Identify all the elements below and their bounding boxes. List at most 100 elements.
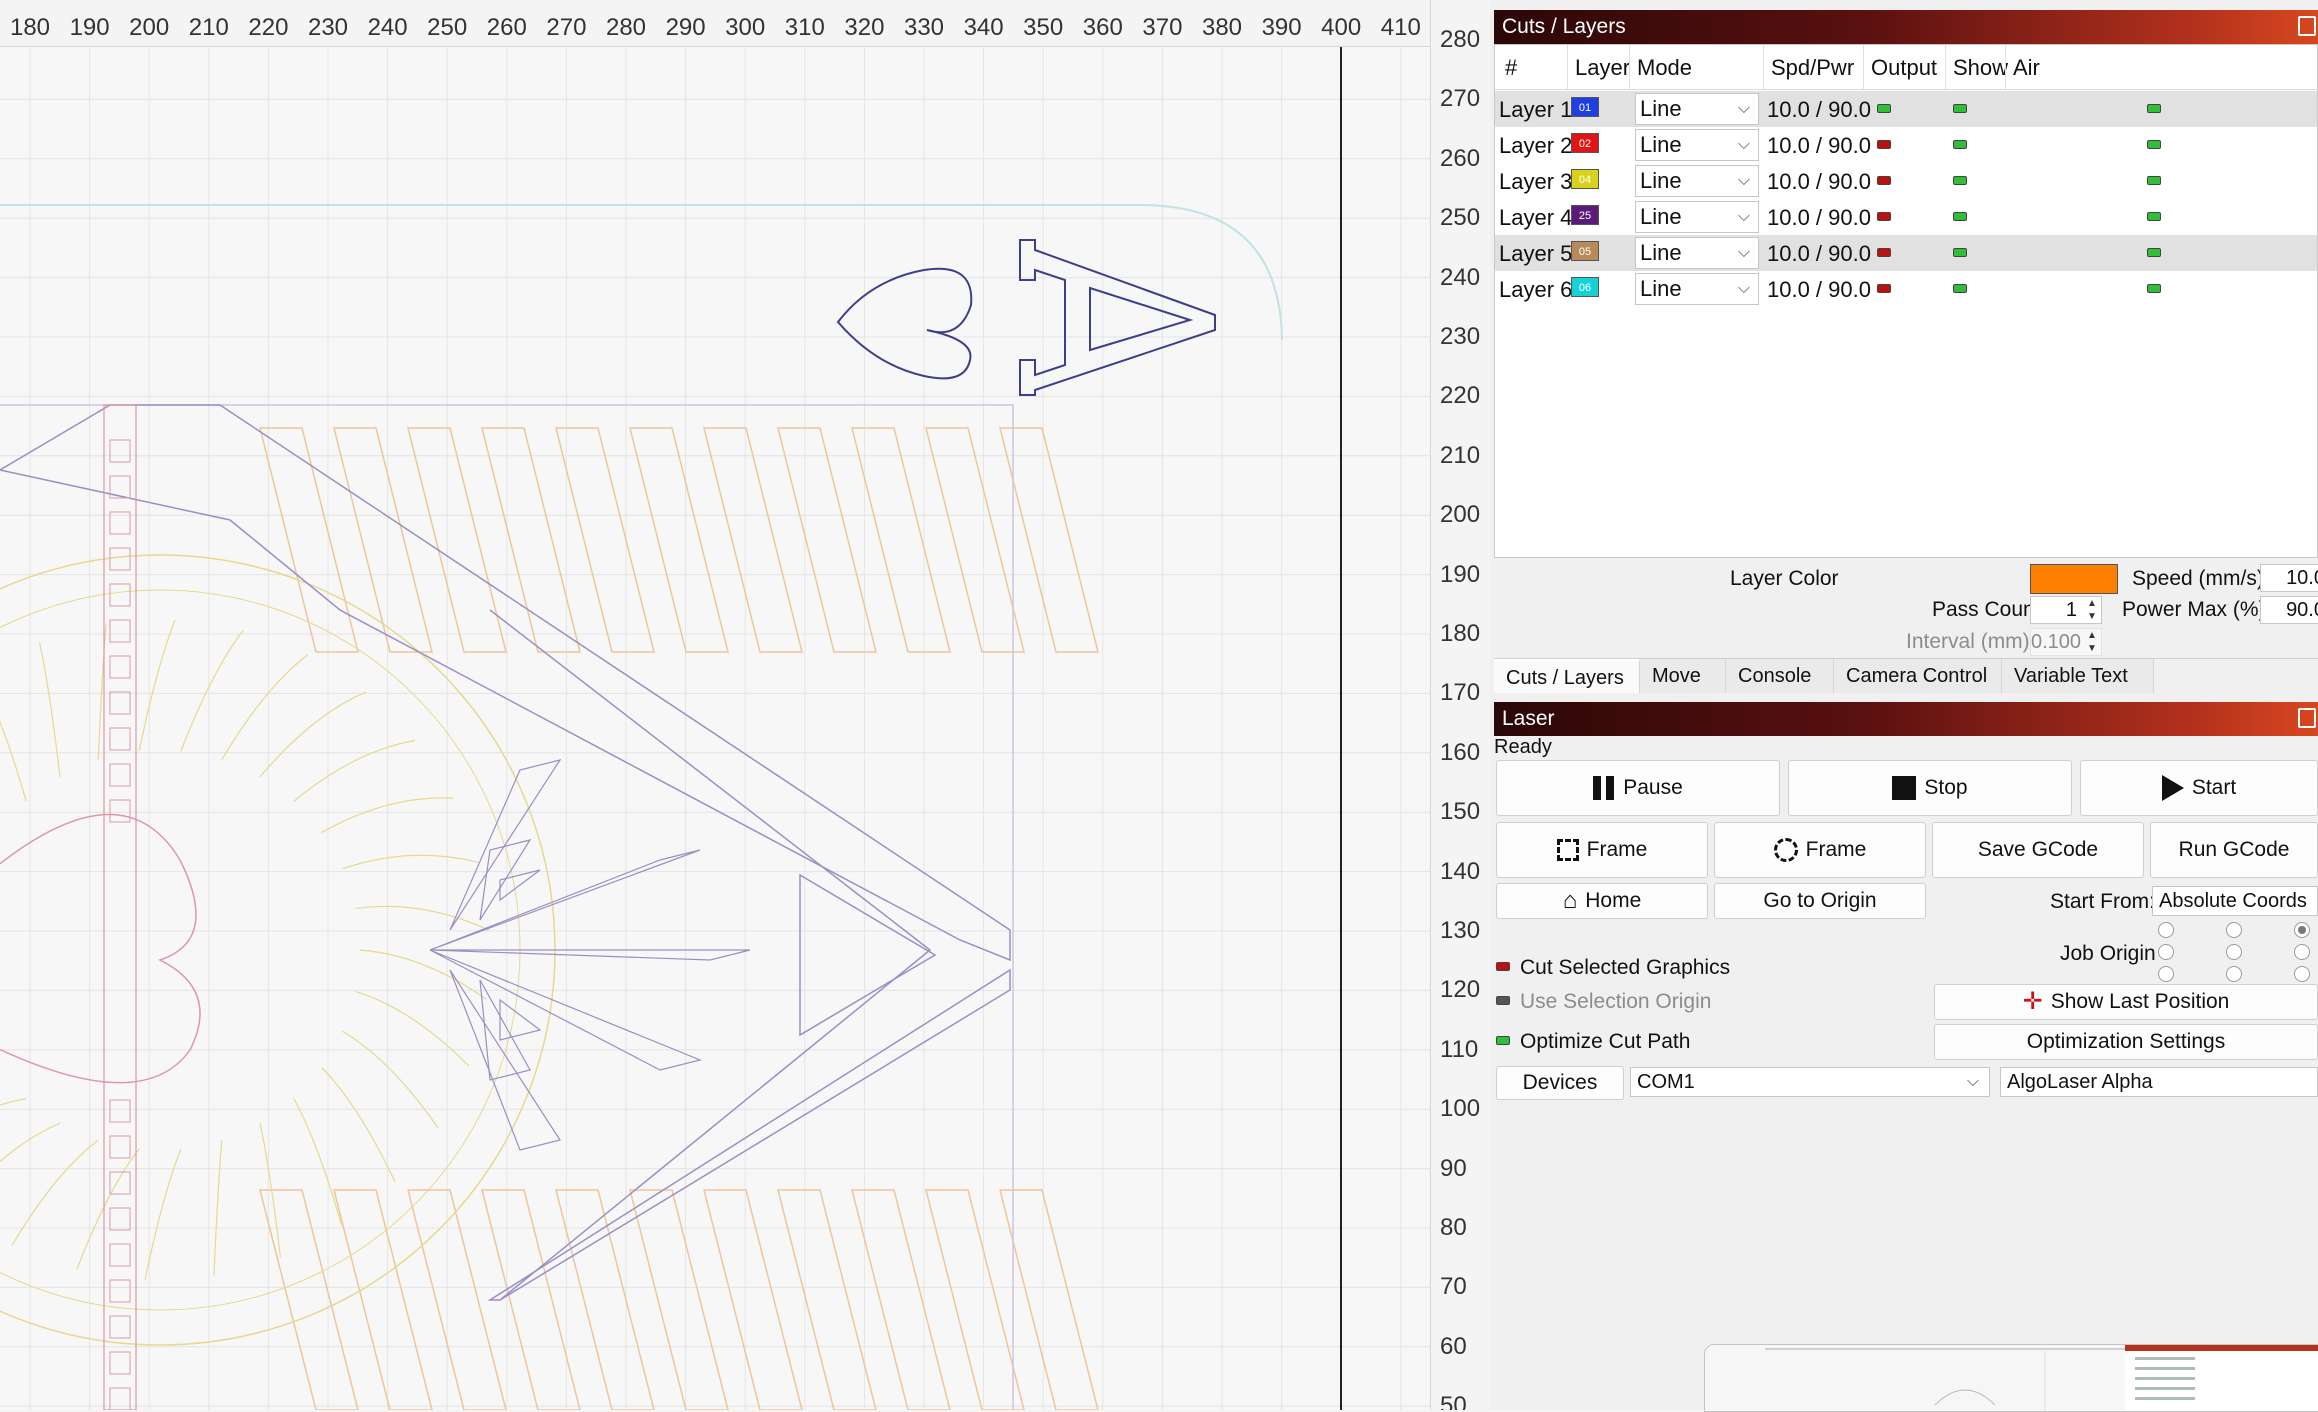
flame-spike xyxy=(449,969,561,1151)
pass-count-input[interactable]: 1 ▲ ▼ xyxy=(2030,596,2102,624)
dock-tabbar: Cuts / Layers Move Console Camera Contro… xyxy=(1494,658,2318,693)
ornament-leaf xyxy=(293,1098,343,1226)
ladder-rung xyxy=(109,1099,131,1123)
job-origin-bottom-right-radio[interactable] xyxy=(2294,966,2310,982)
tab-variable-text[interactable]: Variable Text xyxy=(2002,659,2154,693)
ruler-x-label: 380 xyxy=(1201,14,1243,41)
air-toggle[interactable] xyxy=(2147,104,2161,113)
job-origin-top-center-radio[interactable] xyxy=(2226,922,2242,938)
stop-button[interactable]: Stop xyxy=(1788,760,2072,816)
frame-rect-button[interactable]: Frame xyxy=(1496,822,1708,878)
cuts-layers-titlebar[interactable]: Cuts / Layers xyxy=(1494,10,2318,44)
layer-color-label: Layer Color xyxy=(1730,567,1839,590)
layer-color-swatch[interactable]: 05 xyxy=(1571,241,1599,261)
layer-color-swatch[interactable]: 04 xyxy=(1571,169,1599,189)
layer-color-swatch[interactable]: 25 xyxy=(1571,205,1599,225)
output-toggle[interactable] xyxy=(1877,212,1891,221)
save-gcode-button[interactable]: Save GCode xyxy=(1932,822,2144,878)
layer-color-swatch[interactable]: 02 xyxy=(1571,133,1599,153)
speed-input[interactable]: 10.0 xyxy=(2260,564,2318,592)
job-origin-center-radio[interactable] xyxy=(2226,944,2242,960)
flame-spike xyxy=(429,949,751,961)
home-button[interactable]: ⌂ Home xyxy=(1496,883,1708,919)
layer-name: Layer 1 xyxy=(1499,97,1573,122)
dock-float-icon[interactable] xyxy=(2298,708,2316,728)
run-gcode-button[interactable]: Run GCode xyxy=(2150,822,2318,878)
job-origin-bottom-left-radio[interactable] xyxy=(2158,966,2174,982)
layer-row[interactable]: Layer 2 02 Line ⌵ 10.0 / 90.0 xyxy=(1495,127,2317,163)
go-to-origin-button[interactable]: Go to Origin xyxy=(1714,883,1926,919)
optimize-cut-path-toggle[interactable] xyxy=(1496,1036,1510,1045)
show-toggle[interactable] xyxy=(1953,212,1967,221)
job-origin-mid-right-radio[interactable] xyxy=(2294,944,2310,960)
ruler-x-label: 220 xyxy=(248,14,289,41)
layer-mode-select[interactable]: Line ⌵ xyxy=(1635,165,1759,197)
layer-row[interactable]: Layer 1 01 Line ⌵ 10.0 / 90.0 xyxy=(1495,91,2317,127)
show-last-position-button[interactable]: ✛ Show Last Position xyxy=(1934,984,2318,1020)
air-toggle[interactable] xyxy=(2147,140,2161,149)
go-to-origin-label: Go to Origin xyxy=(1763,889,1877,912)
output-toggle[interactable] xyxy=(1877,248,1891,257)
air-toggle[interactable] xyxy=(2147,248,2161,257)
output-toggle[interactable] xyxy=(1877,284,1891,293)
frame-circle-button[interactable]: Frame xyxy=(1714,822,1926,878)
tab-camera-control[interactable]: Camera Control xyxy=(1834,659,2002,693)
power-max-input[interactable]: 90.0 xyxy=(2260,596,2318,624)
job-origin-mid-left-radio[interactable] xyxy=(2158,944,2174,960)
air-toggle[interactable] xyxy=(2147,176,2161,185)
layer-color-swatch[interactable]: 01 xyxy=(1571,97,1599,117)
layer-mode-select[interactable]: Line ⌵ xyxy=(1635,237,1759,269)
cut-selected-toggle[interactable] xyxy=(1496,962,1510,971)
layer-mode-select[interactable]: Line ⌵ xyxy=(1635,93,1759,125)
layer-row[interactable]: Layer 4 25 Line ⌵ 10.0 / 90.0 xyxy=(1495,199,2317,235)
air-toggle[interactable] xyxy=(2147,284,2161,293)
job-origin-top-right-radio[interactable] xyxy=(2294,922,2310,938)
cuts-layers-title: Cuts / Layers xyxy=(1502,15,1626,38)
dock-float-icon[interactable] xyxy=(2298,16,2316,36)
output-toggle[interactable] xyxy=(1877,176,1891,185)
ruler-y-label: 170 xyxy=(1440,679,1481,707)
layer-color-swatch[interactable]: 06 xyxy=(1571,277,1599,297)
power-max-value: 90.0 xyxy=(2286,599,2318,621)
ladder-rung xyxy=(109,1351,131,1375)
pause-button[interactable]: Pause xyxy=(1496,760,1780,816)
layer-row[interactable]: Layer 3 04 Line ⌵ 10.0 / 90.0 xyxy=(1495,163,2317,199)
design-canvas[interactable]: 180 190 200 210 220 230 240 250 260 270 280 290 300 3… xyxy=(0,0,1490,1410)
ruler-x-label: 240 xyxy=(367,14,408,41)
spin-arrows-icon[interactable]: ▲ ▼ xyxy=(2085,597,2099,623)
job-origin-bottom-center-radio[interactable] xyxy=(2226,966,2242,982)
layer-mode-select[interactable]: Line ⌵ xyxy=(1635,273,1759,305)
start-from-select[interactable]: Absolute Coords xyxy=(2152,886,2318,916)
layer-mode-select[interactable]: Line ⌵ xyxy=(1635,129,1759,161)
tab-move[interactable]: Move xyxy=(1640,659,1726,693)
layer-row[interactable]: Layer 5 05 Line ⌵ 10.0 / 90.0 xyxy=(1495,235,2317,271)
hatch-stripe xyxy=(777,427,877,653)
ruler-y-label: 150 xyxy=(1440,798,1481,826)
show-toggle[interactable] xyxy=(1953,284,1967,293)
start-from-label: Start From: xyxy=(2050,890,2156,913)
show-toggle[interactable] xyxy=(1953,140,1967,149)
show-toggle[interactable] xyxy=(1953,248,1967,257)
output-toggle[interactable] xyxy=(1877,104,1891,113)
power-max-label: Power Max (%) xyxy=(2122,598,2266,621)
device-select[interactable]: AlgoLaser Alpha xyxy=(2000,1067,2318,1097)
devices-button[interactable]: Devices xyxy=(1496,1066,1624,1100)
layers-table[interactable]: # Layer Mode Spd/Pwr Output Show Air Lay… xyxy=(1494,44,2318,558)
air-toggle[interactable] xyxy=(2147,212,2161,221)
preview-window-thumbnail[interactable] xyxy=(1704,1344,2318,1412)
show-toggle[interactable] xyxy=(1953,104,1967,113)
port-select[interactable]: COM1 ⌵ xyxy=(1630,1067,1990,1097)
output-toggle[interactable] xyxy=(1877,140,1891,149)
layer-mode-select[interactable]: Line ⌵ xyxy=(1635,201,1759,233)
workspace-svg[interactable] xyxy=(0,0,1490,1410)
job-origin-top-left-radio[interactable] xyxy=(2158,922,2174,938)
tab-cuts-layers[interactable]: Cuts / Layers xyxy=(1494,659,1640,693)
show-toggle[interactable] xyxy=(1953,176,1967,185)
layer-color-button[interactable] xyxy=(2030,564,2118,594)
optimization-settings-button[interactable]: Optimization Settings xyxy=(1934,1024,2318,1060)
tab-console[interactable]: Console xyxy=(1726,659,1834,693)
ruler-x-label: 350 xyxy=(1023,14,1064,41)
laser-titlebar[interactable]: Laser xyxy=(1494,702,2318,736)
start-button[interactable]: Start xyxy=(2080,760,2318,816)
layer-row[interactable]: Layer 6 06 Line ⌵ 10.0 / 90.0 xyxy=(1495,271,2317,307)
